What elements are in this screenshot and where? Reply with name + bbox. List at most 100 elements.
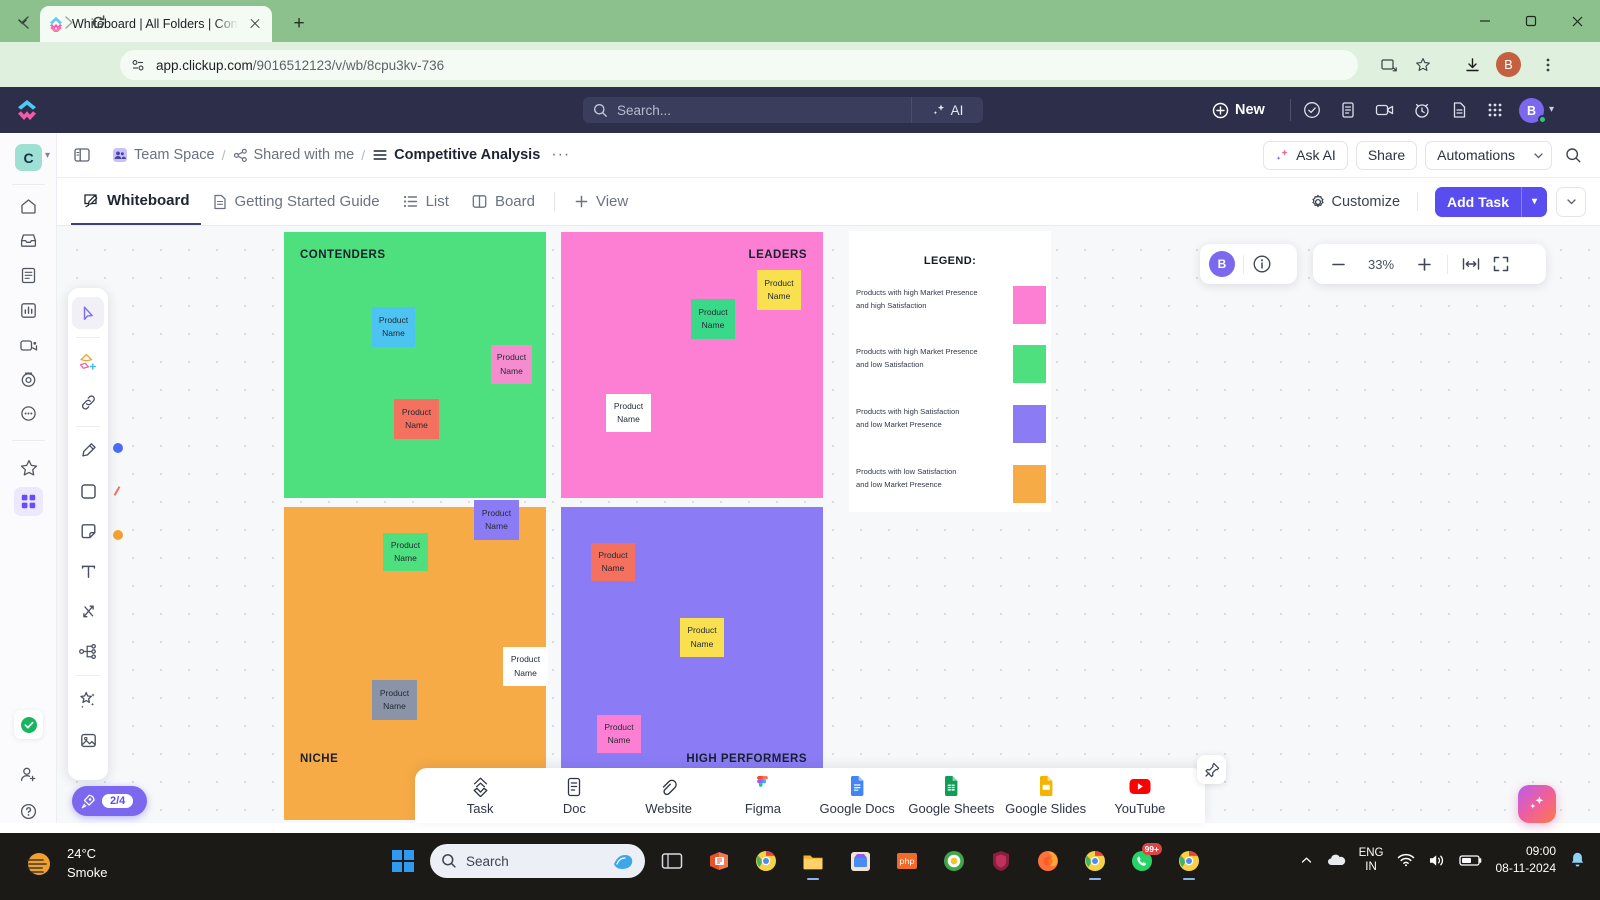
shield-app-icon[interactable] xyxy=(981,841,1021,881)
share-button[interactable]: Share xyxy=(1355,140,1418,170)
browser-profile-avatar[interactable]: B xyxy=(1496,52,1521,77)
sticky-note[interactable]: Product Name xyxy=(597,715,641,753)
microsoft-office-icon[interactable] xyxy=(699,841,739,881)
zoom-level-value[interactable]: 33% xyxy=(1355,257,1407,272)
onedrive-cloud-icon[interactable] xyxy=(1326,853,1346,867)
canvas-marker-dot-blue[interactable] xyxy=(113,443,123,453)
volume-icon[interactable] xyxy=(1428,853,1446,868)
sticky-note[interactable]: Product Name xyxy=(474,500,519,540)
select-cursor-tool[interactable] xyxy=(72,297,104,329)
sticky-note[interactable]: Product Name xyxy=(757,270,801,310)
toggle-sidebar-icon[interactable] xyxy=(73,146,91,164)
apps-grid-icon[interactable] xyxy=(1484,99,1506,121)
insert-youtube-button[interactable]: YouTube xyxy=(1094,776,1186,816)
chrome-icon[interactable] xyxy=(746,841,786,881)
add-task-button[interactable]: Add Task ▾ xyxy=(1435,186,1547,217)
quadrant-contenders[interactable]: CONTENDERS Product Name Product Name Produ… xyxy=(284,232,546,498)
whiteboard-canvas[interactable]: CONTENDERS Product Name Product Name Produ… xyxy=(57,226,1600,823)
insert-google-sheets-button[interactable]: Google Sheets xyxy=(905,776,997,816)
task-view-icon[interactable] xyxy=(652,841,692,881)
tab-close-icon[interactable] xyxy=(246,15,264,33)
help-icon[interactable] xyxy=(14,797,43,826)
battery-icon[interactable] xyxy=(1458,854,1483,867)
mindmap-tool[interactable] xyxy=(72,635,104,667)
magic-wand-ai-tool[interactable] xyxy=(72,684,104,716)
zoom-out-button[interactable] xyxy=(1325,251,1351,277)
breadcrumb-more-icon[interactable]: ··· xyxy=(551,146,570,164)
customize-button[interactable]: Customize xyxy=(1310,194,1400,210)
insert-doc-button[interactable]: Doc xyxy=(528,776,620,816)
notifications-bell-icon[interactable] xyxy=(1569,851,1586,869)
install-app-icon[interactable] xyxy=(1374,50,1404,80)
taskbar-weather-widget[interactable]: 24°C Smoke xyxy=(22,845,107,883)
view-options-chevron-down-icon[interactable] xyxy=(1556,186,1586,217)
start-windows-icon[interactable] xyxy=(383,841,423,881)
insert-google-slides-button[interactable]: Google Slides xyxy=(1000,776,1092,816)
wifi-icon[interactable] xyxy=(1397,853,1415,867)
task-complete-icon[interactable] xyxy=(14,710,43,739)
sticky-note[interactable]: Product Name xyxy=(503,647,548,686)
breadcrumb-item-shared-with-me[interactable]: Shared with me xyxy=(233,147,354,163)
link-tool[interactable] xyxy=(72,386,104,418)
ai-assistant-button[interactable] xyxy=(1518,785,1556,823)
sidebar-item-more[interactable] xyxy=(14,399,43,428)
forward-arrow-icon[interactable] xyxy=(53,7,83,37)
ai-button[interactable]: AI xyxy=(911,97,983,123)
add-task-label[interactable]: Add Task xyxy=(1435,187,1521,217)
window-close-icon[interactable] xyxy=(1554,0,1600,42)
fullscreen-button[interactable] xyxy=(1488,251,1514,277)
workspace-avatar[interactable]: C xyxy=(15,144,42,171)
reload-icon[interactable] xyxy=(83,7,113,37)
sticky-note[interactable]: Product Name xyxy=(372,307,415,347)
sidebar-item-favorites[interactable] xyxy=(14,453,43,482)
bookmark-star-icon[interactable] xyxy=(1408,50,1438,80)
minimize-icon[interactable] xyxy=(1462,0,1508,42)
tab-board[interactable]: Board xyxy=(460,179,546,225)
clickup-logo-icon[interactable] xyxy=(16,99,40,121)
tab-getting-started-guide[interactable]: Getting Started Guide xyxy=(201,179,391,225)
onboarding-progress-button[interactable]: 2/4 xyxy=(72,786,147,816)
canvas-marker-dot-orange[interactable] xyxy=(113,530,123,540)
downloads-icon[interactable] xyxy=(1457,50,1487,80)
automations-button[interactable]: Automations xyxy=(1425,140,1526,170)
shapes-add-tool[interactable] xyxy=(72,346,104,378)
browser-icon[interactable] xyxy=(934,841,974,881)
sticky-note[interactable]: Product Name xyxy=(691,299,735,339)
whatsapp-icon[interactable]: 99+ xyxy=(1122,841,1162,881)
global-search[interactable]: Search... AI xyxy=(583,97,983,123)
rectangle-shape-tool[interactable] xyxy=(72,475,104,507)
sidebar-item-dashboards[interactable] xyxy=(14,296,43,325)
breadcrumb-item-team-space[interactable]: Team Space xyxy=(112,147,215,163)
file-explorer-icon[interactable] xyxy=(793,841,833,881)
info-icon[interactable] xyxy=(1252,254,1272,274)
copilot-icon[interactable] xyxy=(612,852,634,870)
tab-whiteboard[interactable]: Whiteboard xyxy=(71,179,201,225)
pin-toolbar-button[interactable] xyxy=(1197,755,1226,784)
search-icon[interactable] xyxy=(1560,142,1586,168)
store-icon[interactable] xyxy=(840,841,880,881)
workspace-chevron-down-icon[interactable]: ▾ xyxy=(45,150,50,161)
breadcrumb-item-competitive-analysis[interactable]: Competitive Analysis xyxy=(372,147,540,163)
insert-website-button[interactable]: Website xyxy=(623,776,715,816)
language-indicator[interactable]: ENG IN xyxy=(1359,846,1384,875)
avatar-chevron-down-icon[interactable]: ▾ xyxy=(1549,104,1554,115)
insert-task-button[interactable]: Task xyxy=(434,776,526,816)
text-tool[interactable] xyxy=(72,555,104,587)
document-icon[interactable] xyxy=(1448,99,1470,121)
legend-panel[interactable]: LEGEND: Products with high Market Presen… xyxy=(849,231,1051,512)
sticky-note[interactable]: Product Name xyxy=(491,345,532,384)
ask-ai-button[interactable]: Ask AI xyxy=(1263,140,1348,170)
add-view-button[interactable]: View xyxy=(563,179,639,225)
sidebar-item-home[interactable] xyxy=(14,192,43,221)
checkmark-circle-icon[interactable] xyxy=(1301,99,1323,121)
collaborator-avatar[interactable]: B xyxy=(1209,251,1235,277)
tab-list[interactable]: List xyxy=(391,179,460,225)
insert-figma-button[interactable]: Figma xyxy=(717,776,809,816)
sidebar-item-inbox[interactable] xyxy=(14,226,43,255)
alarm-clock-icon[interactable] xyxy=(1411,99,1433,121)
sticky-note[interactable]: Product Name xyxy=(591,543,635,581)
sticky-note-tool[interactable] xyxy=(72,515,104,547)
taskbar-clock[interactable]: 09:00 08-11-2024 xyxy=(1496,843,1557,878)
tray-expand-chevron-up-icon[interactable] xyxy=(1300,854,1313,867)
quadrant-leaders[interactable]: LEADERS Product Name Product Name Product N… xyxy=(561,232,823,498)
